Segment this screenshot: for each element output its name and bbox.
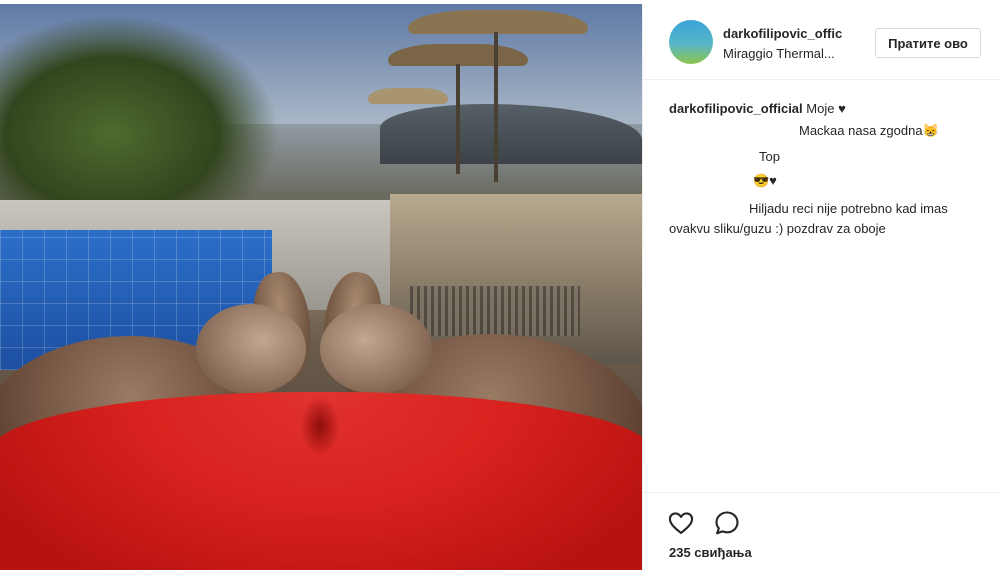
photo-umbrella	[408, 10, 588, 34]
comment-item: Top	[759, 148, 780, 166]
photo-umbrella-pole	[494, 32, 498, 182]
avatar[interactable]	[669, 20, 713, 64]
post-photo[interactable]	[0, 4, 642, 570]
photo-umbrella	[368, 88, 448, 104]
comment-text: Top	[759, 149, 780, 164]
photo-fold	[300, 396, 340, 456]
comment-bubble-icon[interactable]	[713, 509, 741, 537]
photo-toe-right	[320, 304, 432, 394]
comment-item: 😎♥	[753, 172, 777, 190]
post-header: darkofilipovic_offic Miraggio Thermal...…	[643, 4, 1000, 80]
post-location[interactable]: Miraggio Thermal...	[723, 46, 835, 61]
photo-palm	[0, 14, 280, 214]
comment-item: ovakvu sliku/guzu :) pozdrav za oboje	[669, 220, 886, 238]
comment-username[interactable]: darkofilipovic_official	[669, 101, 803, 116]
post-actions: 235 свиђања	[643, 492, 1000, 570]
post-username[interactable]: darkofilipovic_offic	[723, 26, 853, 41]
comment-text: ovakvu sliku/guzu :) pozdrav za oboje	[669, 221, 886, 236]
photo-grate	[410, 286, 580, 336]
comment-item: Mackaa nasa zgodna😸	[799, 122, 939, 140]
comment-text: Mackaa nasa zgodna😸	[799, 123, 939, 138]
photo-toe-left	[196, 304, 306, 394]
post-sidebar: darkofilipovic_offic Miraggio Thermal...…	[642, 4, 1000, 570]
comment-item: Hiljadu reci nije potrebno kad imas	[749, 200, 948, 218]
photo-umbrella-pole	[456, 64, 460, 174]
comment-text: Hiljadu reci nije potrebno kad imas	[749, 201, 948, 216]
likes-count[interactable]: 235 свиђања	[669, 545, 752, 560]
photo-umbrella	[388, 44, 528, 66]
comment-text: Moje ♥	[806, 101, 846, 116]
comment-item: darkofilipovic_official Moje ♥	[669, 100, 846, 118]
comment-text: 😎♥	[753, 173, 777, 188]
follow-button[interactable]: Пратите ово	[875, 28, 981, 58]
heart-icon[interactable]	[667, 509, 695, 537]
